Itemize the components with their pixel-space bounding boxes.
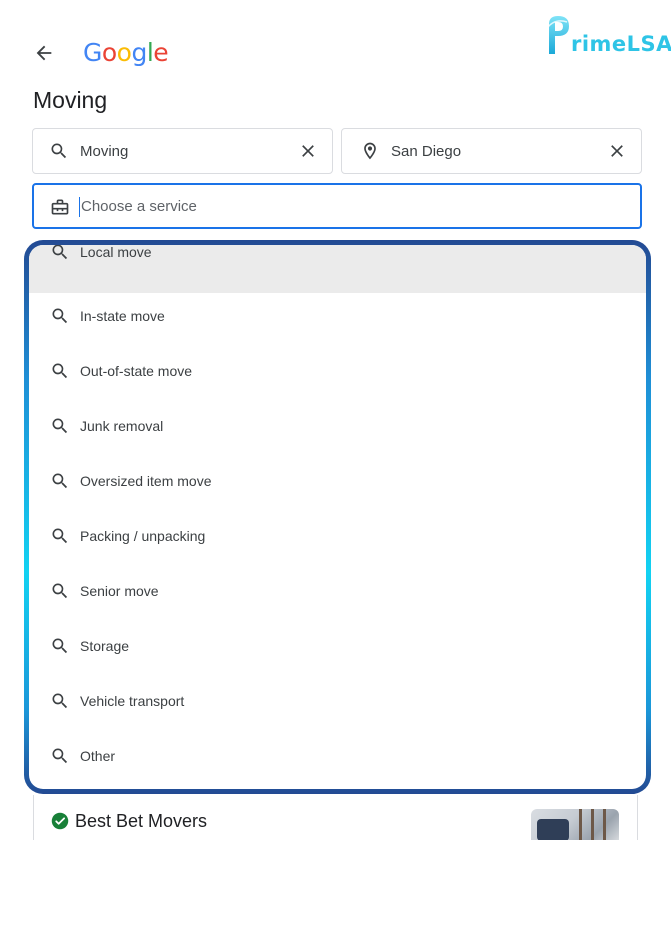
search-icon: [52, 473, 68, 489]
primelsa-brand-text: rimeLSA: [571, 32, 671, 56]
category-search-field[interactable]: Moving: [32, 128, 333, 174]
location-value[interactable]: San Diego: [391, 143, 461, 160]
search-icon: [52, 245, 68, 260]
close-icon[interactable]: [607, 141, 627, 161]
business-photo[interactable]: [531, 809, 619, 840]
back-arrow-icon[interactable]: [33, 42, 55, 64]
search-icon: [52, 418, 68, 434]
option-local-move[interactable]: Local move: [29, 245, 646, 293]
service-placeholder: Choose a service: [81, 198, 197, 215]
photo-truck-shape: [537, 819, 569, 840]
google-logo: Google: [83, 38, 169, 67]
service-dropdown: Local move In-state move Out-of-state mo…: [29, 245, 646, 789]
option-vehicle-transport[interactable]: Vehicle transport: [29, 678, 646, 733]
search-icon: [52, 748, 68, 764]
service-input[interactable]: Choose a service: [32, 183, 642, 229]
briefcase-icon: [51, 199, 69, 215]
photo-pole-shape: [591, 809, 594, 840]
option-storage[interactable]: Storage: [29, 623, 646, 678]
option-junk-removal[interactable]: Junk removal: [29, 403, 646, 458]
option-label: Oversized item move: [80, 473, 212, 489]
search-icon: [52, 363, 68, 379]
category-search-value[interactable]: Moving: [80, 143, 128, 160]
page-title: Moving: [33, 87, 108, 113]
search-icon: [52, 308, 68, 324]
search-icon: [52, 638, 68, 654]
text-cursor: [79, 197, 80, 217]
option-senior-move[interactable]: Senior move: [29, 568, 646, 623]
search-icon: [52, 528, 68, 544]
verified-check-icon: [51, 812, 69, 830]
page-bottom-blank: [0, 840, 671, 931]
primelsa-logo: rimeLSA: [545, 14, 671, 56]
business-name[interactable]: Best Bet Movers: [75, 811, 207, 832]
close-icon[interactable]: [298, 141, 318, 161]
search-icon: [52, 693, 68, 709]
option-out-of-state-move[interactable]: Out-of-state move: [29, 348, 646, 403]
location-field[interactable]: San Diego: [341, 128, 642, 174]
option-oversized-item-move[interactable]: Oversized item move: [29, 458, 646, 513]
option-label: Storage: [80, 638, 130, 654]
option-in-state-move[interactable]: In-state move: [29, 293, 646, 348]
option-label: Junk removal: [80, 418, 164, 434]
search-icon: [51, 143, 67, 159]
primelsa-p-mark-icon: [546, 16, 569, 54]
option-label: Senior move: [80, 583, 159, 599]
result-card[interactable]: Best Bet Movers: [33, 795, 638, 840]
photo-pole-shape: [603, 809, 606, 840]
location-pin-icon: [364, 142, 376, 160]
option-packing-unpacking[interactable]: Packing / unpacking: [29, 513, 646, 568]
option-label: Local move: [80, 245, 152, 260]
option-label: In-state move: [80, 308, 165, 324]
search-icon: [52, 583, 68, 599]
photo-pole-shape: [579, 809, 582, 840]
option-label: Vehicle transport: [80, 693, 185, 709]
option-label: Out-of-state move: [80, 363, 193, 379]
option-other[interactable]: Other: [29, 733, 646, 788]
option-label: Other: [80, 748, 116, 764]
option-label: Packing / unpacking: [80, 528, 206, 544]
